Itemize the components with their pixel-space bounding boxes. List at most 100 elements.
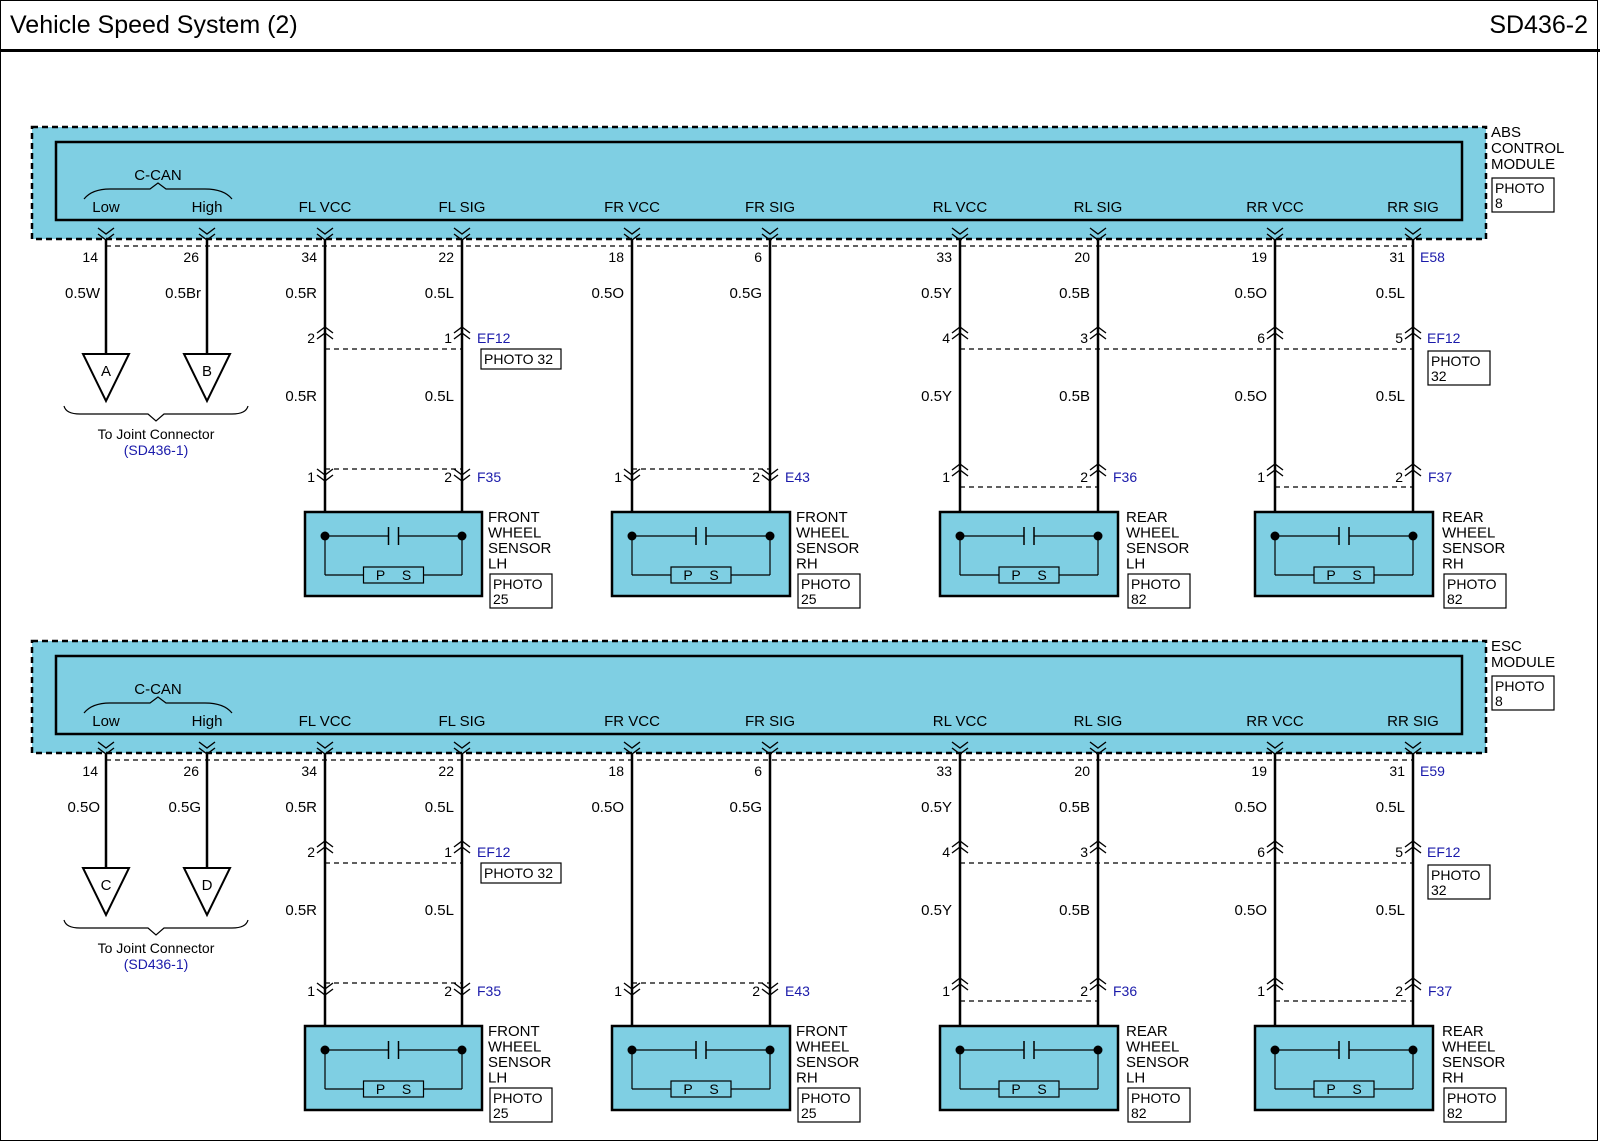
module-esc-channel-ef-pin: 5 — [1395, 844, 1403, 860]
module-esc-channel-pin: 18 — [608, 763, 624, 779]
module-esc-channel-wire-bottom: 0.5R — [285, 902, 317, 919]
module-abs-channel-ef-pin: 3 — [1080, 330, 1088, 346]
module-esc-channel-sensor-pin: 1 — [307, 983, 315, 999]
module-esc-channel-ef-pin: 4 — [942, 844, 950, 860]
module-esc-sensor-switch-box — [1313, 1080, 1375, 1098]
module-abs-channel-wire-top: 0.5R — [285, 285, 317, 302]
module-esc-channel-wire-top: 0.5O — [1234, 799, 1267, 816]
module-abs-sensor-switch-s: S — [709, 567, 718, 583]
module-esc-channel-wire-bottom: 0.5B — [1059, 902, 1090, 919]
module-abs-joint-brace — [63, 405, 249, 422]
module-abs-sensor-name: WHEEL — [488, 525, 541, 542]
module-abs-sensor-photo-box-text: PHOTO — [801, 576, 851, 592]
module-esc-channel-wire-bottom: 0.5O — [1234, 902, 1267, 919]
module-esc-channel-wire-top: 0.5L — [425, 799, 454, 816]
module-esc-sensor-connector-name: F37 — [1428, 983, 1452, 999]
module-abs-channel-sensor-pin: 1 — [614, 469, 622, 485]
module-esc-channel-wire-bottom: 0.5L — [425, 902, 454, 919]
module-esc-sensor-switch-s: S — [1037, 1081, 1046, 1097]
module-abs-channel-wire-top: 0.5Y — [921, 285, 952, 302]
module-abs-sensor-name: REAR — [1126, 509, 1168, 526]
module-esc-channel-label: RR VCC — [1246, 713, 1304, 730]
module-abs-sensor-switch-p: P — [1011, 567, 1020, 583]
module-abs-sensor-name: FRONT — [796, 509, 848, 526]
module-abs-channel-label: FL SIG — [439, 199, 486, 216]
module-esc-photo-box-text: PHOTO — [1495, 678, 1545, 694]
module-esc-bus-label: C-CAN — [134, 681, 182, 698]
module-abs-channel-pin: 22 — [438, 249, 454, 265]
module-esc-photo-box-text: 8 — [1495, 693, 1503, 709]
module-abs-sensor-connector-name: F36 — [1113, 469, 1137, 485]
module-abs-can-label: Low — [92, 199, 120, 216]
module-abs-sensor-switch-s: S — [1037, 567, 1046, 583]
module-esc-ef12-right-name: EF12 — [1427, 844, 1461, 860]
module-abs-channel-wire-top: 0.5O — [591, 285, 624, 302]
module-esc-can-wire-label: 0.5O — [67, 799, 100, 816]
module-abs-channel-label: RR SIG — [1387, 199, 1439, 216]
module-esc-channel-wire-top: 0.5L — [1376, 799, 1405, 816]
module-abs-can-wire-label: 0.5W — [65, 285, 101, 302]
module-abs-joint-label: To Joint Connector — [98, 426, 215, 442]
module-esc-channel-label: FR SIG — [745, 713, 795, 730]
module-esc-sensor-name: WHEEL — [488, 1039, 541, 1056]
module-abs-channel-wire-top: 0.5L — [1376, 285, 1405, 302]
wiring-diagram: ABSCONTROLMODULEPHOTO8C-CANLow140.5WAHig… — [30, 124, 1564, 1123]
module-esc-sensor-name: WHEEL — [1442, 1039, 1495, 1056]
module-abs-joint-ref: (SD436-1) — [124, 442, 189, 458]
module-esc-channel-wire-bottom: 0.5L — [1376, 902, 1405, 919]
module-esc-channel-label: FL VCC — [299, 713, 352, 730]
module-abs-channel-ef-pin: 2 — [307, 330, 315, 346]
module-esc-channel-pin: 33 — [936, 763, 952, 779]
module-abs-sensor-switch-p: P — [1326, 567, 1335, 583]
module-abs-can-wire-label: 0.5Br — [165, 285, 201, 302]
module-esc-joint-ref: (SD436-1) — [124, 956, 189, 972]
module-esc-sensor-name: SENSOR — [488, 1054, 552, 1071]
module-esc-sensor-photo-box-text: 25 — [801, 1105, 817, 1121]
module-abs-channel-wire-bottom: 0.5B — [1059, 388, 1090, 405]
module-abs-channel-sensor-pin: 1 — [942, 469, 950, 485]
module-abs-ef12-left-name: EF12 — [477, 330, 511, 346]
module-abs-sensor-switch-s: S — [1352, 567, 1361, 583]
module-esc-sensor-switch-box — [670, 1080, 732, 1098]
module-abs-name: CONTROL — [1491, 140, 1564, 157]
module-esc-channel-sensor-pin: 1 — [1257, 983, 1265, 999]
module-esc-channel-wire-top: 0.5O — [591, 799, 624, 816]
module-abs-channel-pin: 31 — [1389, 249, 1405, 265]
module-abs-sensor-photo-box-text: 82 — [1131, 591, 1147, 607]
module-abs-sensor-switch-box — [670, 566, 732, 584]
module-esc-sensor-photo-box-text: 25 — [493, 1105, 509, 1121]
module-esc-channel-ef-pin: 1 — [444, 844, 452, 860]
module-esc-can-pin: 14 — [82, 763, 98, 779]
module-esc-channel-wire-bottom: 0.5Y — [921, 902, 952, 919]
module-abs-sensor-name: SENSOR — [1442, 540, 1506, 557]
module-abs-sensor-photo-box-text: PHOTO — [493, 576, 543, 592]
module-abs-sensor-photo-box-text: PHOTO — [1131, 576, 1181, 592]
module-abs-sensor-name: RH — [796, 556, 818, 573]
module-esc-sensor-name: LH — [488, 1070, 507, 1087]
module-esc-channel-ef-pin: 6 — [1257, 844, 1265, 860]
module-abs-channel-wire-top: 0.5L — [425, 285, 454, 302]
module-esc-ef12-left-name: EF12 — [477, 844, 511, 860]
module-abs-terminal-letter: B — [202, 363, 212, 380]
module-esc-sensor-name: RH — [1442, 1070, 1464, 1087]
module-esc-sensor-switch-s: S — [1352, 1081, 1361, 1097]
module-abs-channel-wire-bottom: 0.5Y — [921, 388, 952, 405]
module-abs-channel-wire-bottom: 0.5L — [425, 388, 454, 405]
module-esc-sensor-photo-box-text: 82 — [1131, 1105, 1147, 1121]
module-abs-channel-label: RL VCC — [933, 199, 988, 216]
module-abs-name: ABS — [1491, 124, 1521, 141]
module-abs-channel-pin: 19 — [1251, 249, 1267, 265]
module-abs-sensor-photo-box-text: 82 — [1447, 591, 1463, 607]
module-esc-terminal-letter: D — [202, 877, 213, 894]
module-esc-channel-label: RL VCC — [933, 713, 988, 730]
module-abs-sensor-name: LH — [488, 556, 507, 573]
module-abs-channel-label: FL VCC — [299, 199, 352, 216]
module-abs-sensor-name: LH — [1126, 556, 1145, 573]
module-esc-ef12-right-photo-text: PHOTO — [1431, 867, 1481, 883]
module-esc-sensor-switch-p: P — [376, 1081, 385, 1097]
module-esc-can-label: Low — [92, 713, 120, 730]
module-esc-channel-label: FL SIG — [439, 713, 486, 730]
module-esc-sensor-name: SENSOR — [796, 1054, 860, 1071]
module-esc-sensor-switch-s: S — [402, 1081, 411, 1097]
module-esc-channel-pin: 22 — [438, 763, 454, 779]
